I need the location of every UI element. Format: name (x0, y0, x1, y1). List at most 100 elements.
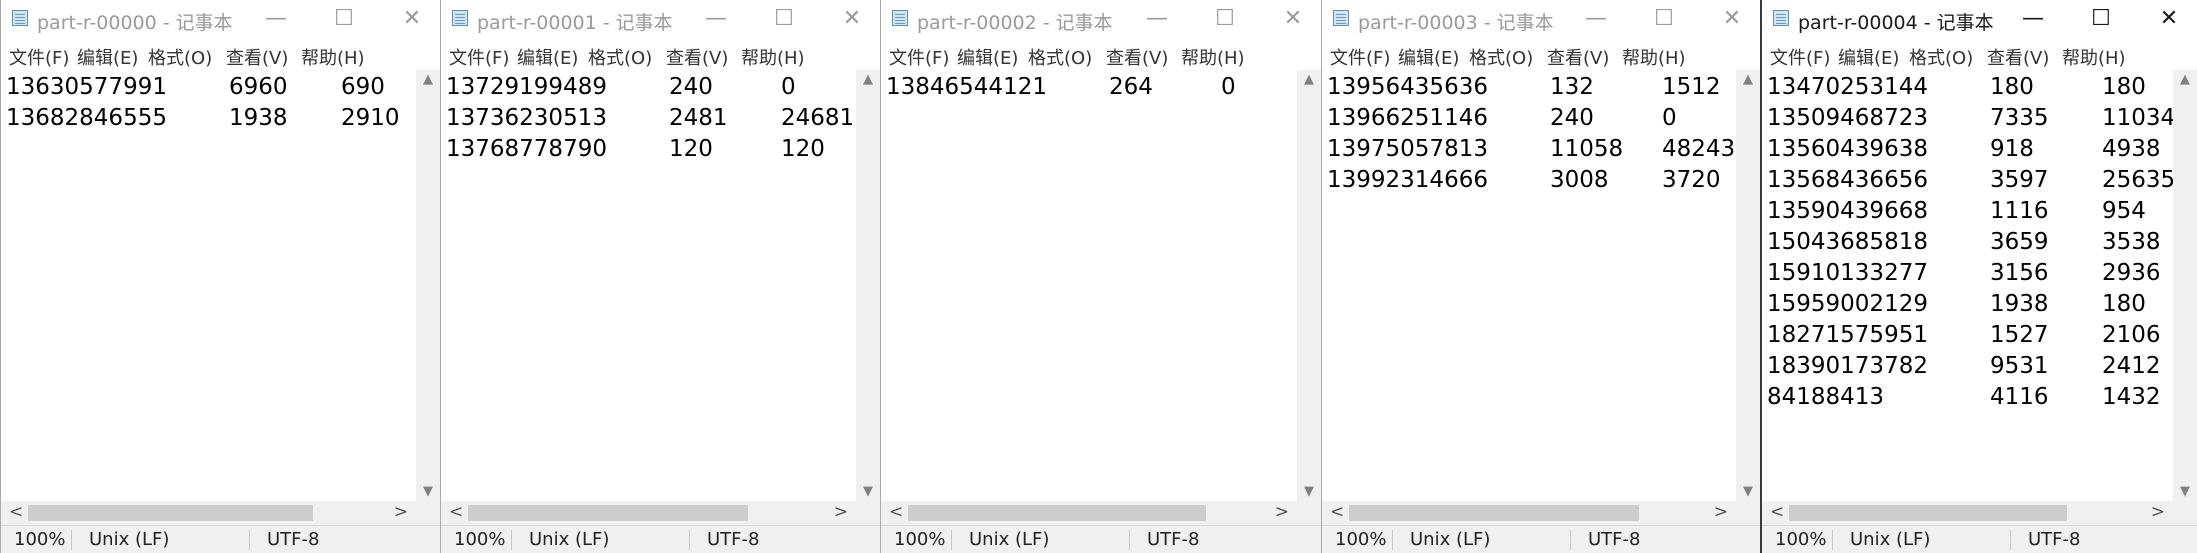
vertical-scrollbar[interactable]: ▲ ▼ (1297, 70, 1321, 501)
scroll-up-icon[interactable]: ▲ (856, 72, 880, 87)
menu-help[interactable]: 帮助(H) (1181, 44, 1245, 70)
text-editor[interactable]: 13470253144 180 180 13509468723 7335 110349 13… (1762, 70, 2173, 501)
menu-format[interactable]: 格式(O) (1909, 44, 1973, 70)
maximize-icon[interactable]: ☐ (1640, 0, 1688, 38)
scroll-right-icon[interactable]: > (1275, 502, 1289, 522)
menu-file[interactable]: 文件(F) (889, 44, 949, 70)
menu-view[interactable]: 查看(V) (1106, 44, 1168, 70)
menu-view[interactable]: 查看(V) (666, 44, 728, 70)
menu-format[interactable]: 格式(O) (148, 44, 212, 70)
menu-view[interactable]: 查看(V) (1987, 44, 2049, 70)
horizontal-scrollbar[interactable]: < > (1322, 501, 1736, 525)
scroll-right-icon[interactable]: > (1714, 502, 1728, 522)
vertical-scrollbar[interactable]: ▲ ▼ (2173, 70, 2197, 501)
menu-help[interactable]: 帮助(H) (2062, 44, 2126, 70)
maximize-icon[interactable]: ☐ (760, 0, 808, 38)
menu-format[interactable]: 格式(O) (588, 44, 652, 70)
text-editor[interactable]: 13729199489 240 0 13736230513 2481 24681 13768… (441, 70, 856, 501)
menu-help[interactable]: 帮助(H) (1622, 44, 1686, 70)
minimize-icon[interactable]: — (1572, 0, 1620, 38)
scrollbar-thumb[interactable] (468, 505, 748, 521)
maximize-icon[interactable]: ☐ (1201, 0, 1249, 38)
scroll-left-icon[interactable]: < (449, 502, 463, 522)
close-icon[interactable]: ✕ (1708, 0, 1756, 38)
scroll-left-icon[interactable]: < (1330, 502, 1344, 522)
menu-file[interactable]: 文件(F) (1770, 44, 1830, 70)
scroll-right-icon[interactable]: > (834, 502, 848, 522)
minimize-icon[interactable]: — (252, 0, 300, 38)
vertical-scrollbar[interactable]: ▲ ▼ (856, 70, 880, 501)
scroll-up-icon[interactable]: ▲ (416, 72, 440, 87)
download-flow: 1512 (1662, 74, 1721, 100)
menu-help[interactable]: 帮助(H) (301, 44, 365, 70)
text-editor[interactable]: 13846544121 264 0 (881, 70, 1297, 501)
close-icon[interactable]: ✕ (828, 0, 876, 38)
menu-edit[interactable]: 编辑(E) (1838, 44, 1899, 70)
scroll-right-icon[interactable]: > (2151, 502, 2165, 522)
minimize-icon[interactable]: — (2009, 0, 2057, 38)
vertical-scrollbar[interactable]: ▲ ▼ (1736, 70, 1760, 501)
phone-number: 18271575951 (1767, 322, 1928, 348)
minimize-icon[interactable]: — (1133, 0, 1181, 38)
menu-edit[interactable]: 编辑(E) (957, 44, 1018, 70)
close-icon[interactable]: ✕ (388, 0, 436, 38)
menu-format[interactable]: 格式(O) (1028, 44, 1092, 70)
scroll-down-icon[interactable]: ▼ (1297, 484, 1321, 499)
phone-number: 13736230513 (446, 105, 607, 131)
scroll-up-icon[interactable]: ▲ (2173, 72, 2197, 87)
menu-file[interactable]: 文件(F) (9, 44, 69, 70)
scroll-left-icon[interactable]: < (1770, 502, 1784, 522)
title-bar[interactable]: part-r-00000 - 记事本 — ☐ ✕ (1, 0, 440, 38)
scrollbar-thumb[interactable] (1349, 505, 1639, 521)
menu-help[interactable]: 帮助(H) (741, 44, 805, 70)
menu-file[interactable]: 文件(F) (449, 44, 509, 70)
title-bar[interactable]: part-r-00004 - 记事本 — ☐ ✕ (1762, 0, 2197, 38)
scrollbar-thumb[interactable] (1789, 505, 2067, 521)
horizontal-scrollbar[interactable]: < > (1, 501, 416, 525)
title-bar[interactable]: part-r-00001 - 记事本 — ☐ ✕ (441, 0, 880, 38)
menu-edit[interactable]: 编辑(E) (1398, 44, 1459, 70)
horizontal-scrollbar[interactable]: < > (881, 501, 1297, 525)
scroll-right-icon[interactable]: > (394, 502, 408, 522)
notepad-window[interactable]: part-r-00001 - 记事本 — ☐ ✕ 文件(F) 编辑(E) 格式(O) 查看(V… (440, 0, 880, 553)
text-editor[interactable]: 13956435636 132 1512 13966251146 240 0 1397505… (1322, 70, 1736, 501)
menu-format[interactable]: 格式(O) (1469, 44, 1533, 70)
horizontal-scrollbar[interactable]: < > (1762, 501, 2173, 525)
notepad-window[interactable]: part-r-00000 - 记事本 — ☐ ✕ 文件(F) 编辑(E) 格式(O) 查看(V… (0, 0, 440, 553)
minimize-icon[interactable]: — (692, 0, 740, 38)
scroll-left-icon[interactable]: < (9, 502, 23, 522)
text-editor[interactable]: 13630577991 6960 690 13682846555 1938 2910 (1, 70, 416, 501)
scroll-down-icon[interactable]: ▼ (416, 484, 440, 499)
scroll-down-icon[interactable]: ▼ (856, 484, 880, 499)
close-icon[interactable]: ✕ (2145, 0, 2193, 38)
status-divider (511, 530, 512, 550)
scrollbar-corner (856, 501, 880, 525)
phone-number: 13470253144 (1767, 74, 1928, 100)
maximize-icon[interactable]: ☐ (320, 0, 368, 38)
menu-edit[interactable]: 编辑(E) (517, 44, 578, 70)
title-bar[interactable]: part-r-00002 - 记事本 — ☐ ✕ (881, 0, 1321, 38)
close-icon[interactable]: ✕ (1269, 0, 1317, 38)
scrollbar-thumb[interactable] (28, 505, 313, 521)
notepad-icon (452, 10, 468, 26)
scroll-left-icon[interactable]: < (889, 502, 903, 522)
phone-number: 13568436656 (1767, 167, 1928, 193)
menu-edit[interactable]: 编辑(E) (77, 44, 138, 70)
horizontal-scrollbar[interactable]: < > (441, 501, 856, 525)
maximize-icon[interactable]: ☐ (2077, 0, 2125, 38)
menu-view[interactable]: 查看(V) (1547, 44, 1609, 70)
scroll-up-icon[interactable]: ▲ (1297, 72, 1321, 87)
scroll-up-icon[interactable]: ▲ (1736, 72, 1760, 87)
menu-file[interactable]: 文件(F) (1330, 44, 1390, 70)
scroll-down-icon[interactable]: ▼ (2173, 484, 2197, 499)
notepad-window[interactable]: part-r-00002 - 记事本 — ☐ ✕ 文件(F) 编辑(E) 格式(O) 查看(V… (880, 0, 1321, 553)
scrollbar-thumb[interactable] (908, 505, 1206, 521)
menu-view[interactable]: 查看(V) (226, 44, 288, 70)
notepad-window[interactable]: part-r-00004 - 记事本 — ☐ ✕ 文件(F) 编辑(E) 格式(O) 查看(V… (1760, 0, 2197, 553)
vertical-scrollbar[interactable]: ▲ ▼ (416, 70, 440, 501)
title-bar[interactable]: part-r-00003 - 记事本 — ☐ ✕ (1322, 0, 1760, 38)
scroll-down-icon[interactable]: ▼ (1736, 484, 1760, 499)
download-flow: 690 (341, 74, 385, 100)
notepad-window[interactable]: part-r-00003 - 记事本 — ☐ ✕ 文件(F) 编辑(E) 格式(O) 查看(V… (1321, 0, 1760, 553)
menu-bar: 文件(F) 编辑(E) 格式(O) 查看(V) 帮助(H) (441, 40, 880, 70)
